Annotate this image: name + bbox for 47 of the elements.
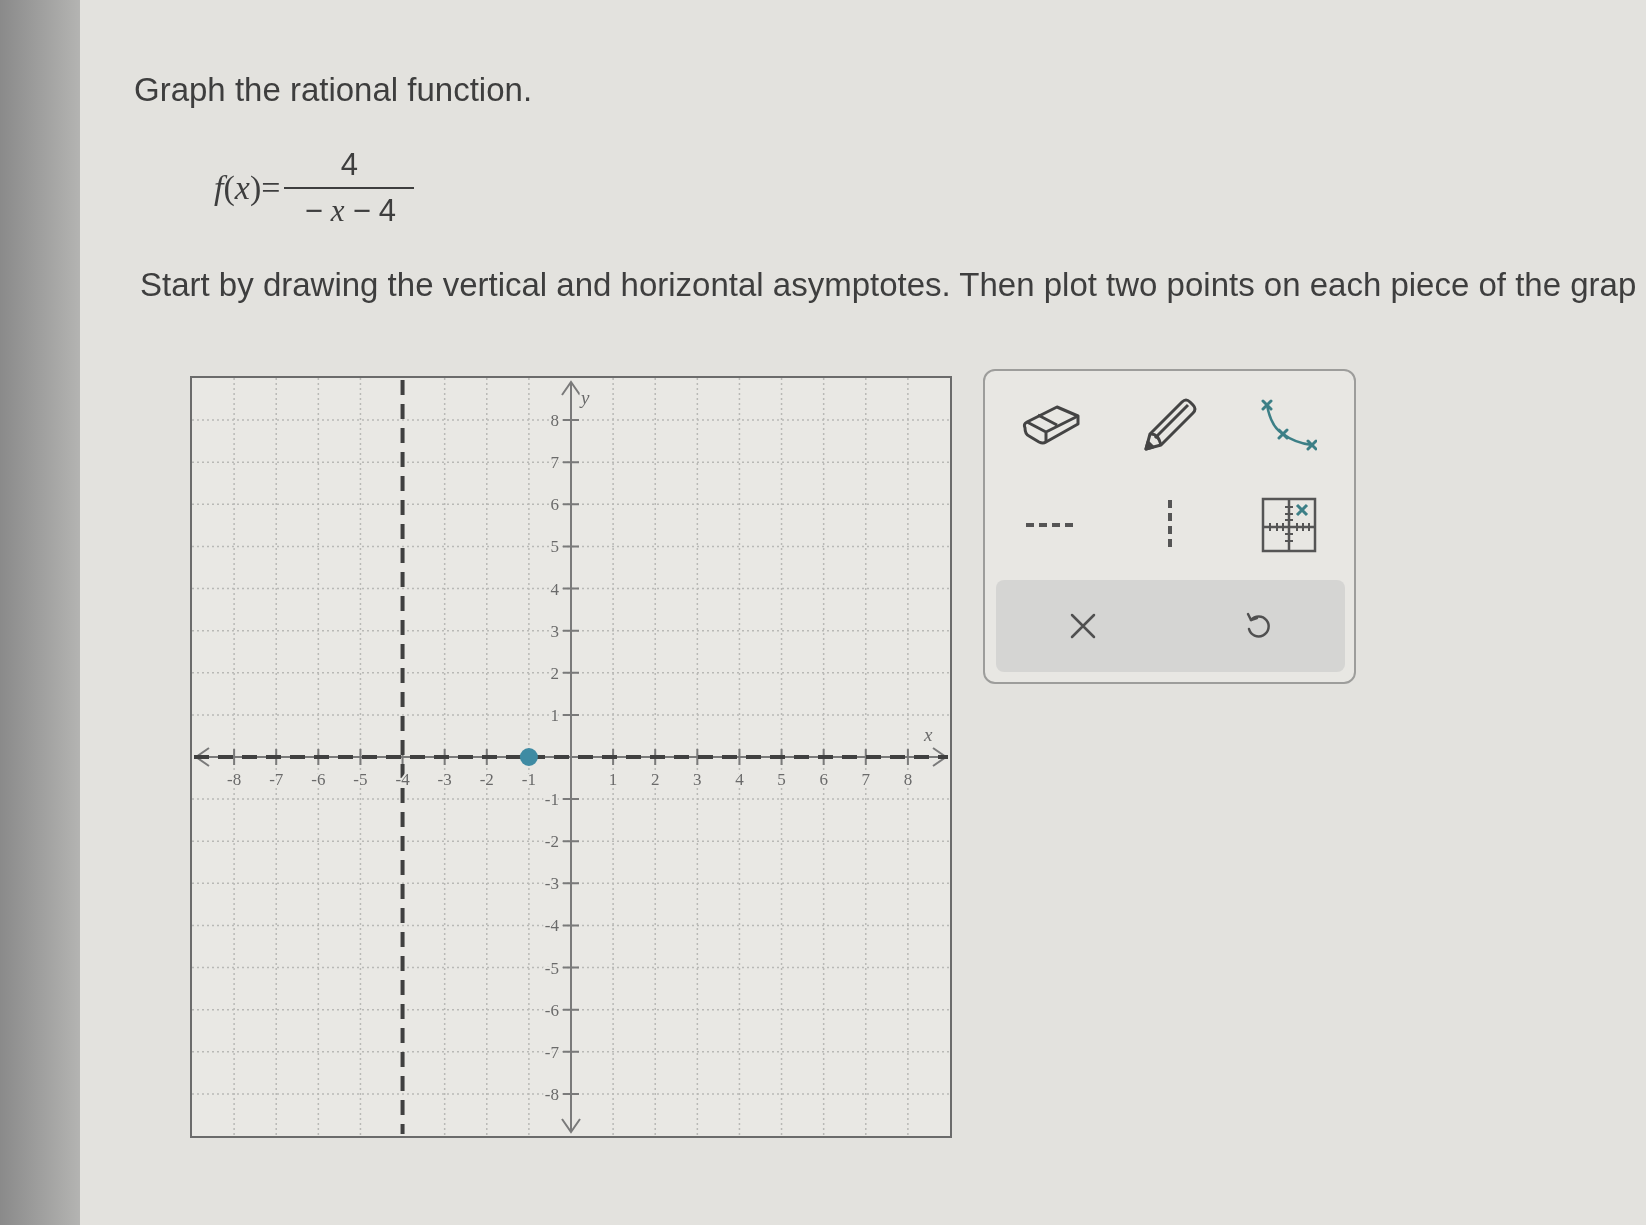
undo-icon — [1244, 611, 1271, 641]
fraction-denominator: −x−4 — [303, 194, 404, 228]
tick-label: -2 — [479, 770, 494, 789]
tick-label: 7 — [550, 453, 559, 473]
tick-label: 5 — [777, 770, 786, 789]
tick-label: -5 — [353, 770, 368, 789]
axis-label: y — [581, 387, 590, 408]
tick-label: -5 — [544, 958, 559, 978]
fraction-numerator: 4 — [339, 148, 359, 182]
tick-label: 4 — [550, 579, 559, 599]
curve-points-icon — [1260, 399, 1317, 451]
tick-label: 8 — [550, 411, 559, 431]
tick-label: -1 — [521, 770, 536, 789]
tick-label: 5 — [550, 537, 559, 557]
tick-label: -6 — [311, 770, 326, 789]
formula-lhs: f(x)= — [214, 169, 281, 207]
tick-label: 4 — [735, 770, 744, 789]
tick-label: 6 — [819, 770, 828, 789]
tick-label: -4 — [395, 770, 410, 789]
tick-label: 7 — [861, 770, 871, 789]
instruction-text: Start by drawing the vertical and horizontal asymptotes. Then plot two points on each piece of the grap — [140, 265, 1637, 305]
tick-label: 3 — [693, 770, 702, 789]
tick-label: -8 — [227, 770, 242, 789]
horizontal-dashed-line-icon — [1025, 522, 1076, 528]
tick-label: -3 — [544, 874, 559, 894]
tick-label: 3 — [550, 621, 559, 641]
plotted-point[interactable] — [519, 748, 538, 766]
tick-label: -7 — [269, 770, 284, 789]
tick-label: -2 — [544, 832, 559, 852]
vertical-dashed-line-icon — [1166, 500, 1173, 550]
question-title: Graph the rational function. — [134, 71, 533, 109]
tick-label: 2 — [550, 663, 559, 683]
tick-label: -7 — [544, 1042, 559, 1062]
axis-label: x — [924, 724, 933, 745]
tick-label: 8 — [903, 770, 913, 789]
tick-label: -8 — [544, 1084, 559, 1104]
tick-label: -6 — [544, 1000, 559, 1020]
tick-label: -1 — [544, 790, 559, 810]
close-icon — [1070, 613, 1097, 639]
tick-label: 2 — [650, 770, 660, 789]
tick-label: 6 — [550, 495, 559, 515]
tick-label: -4 — [544, 916, 559, 936]
grid-point-icon — [1260, 497, 1317, 553]
tick-label: 1 — [608, 770, 618, 789]
tick-label: 1 — [550, 705, 559, 725]
tick-label: -3 — [437, 770, 452, 789]
eraser-icon — [1020, 403, 1081, 447]
